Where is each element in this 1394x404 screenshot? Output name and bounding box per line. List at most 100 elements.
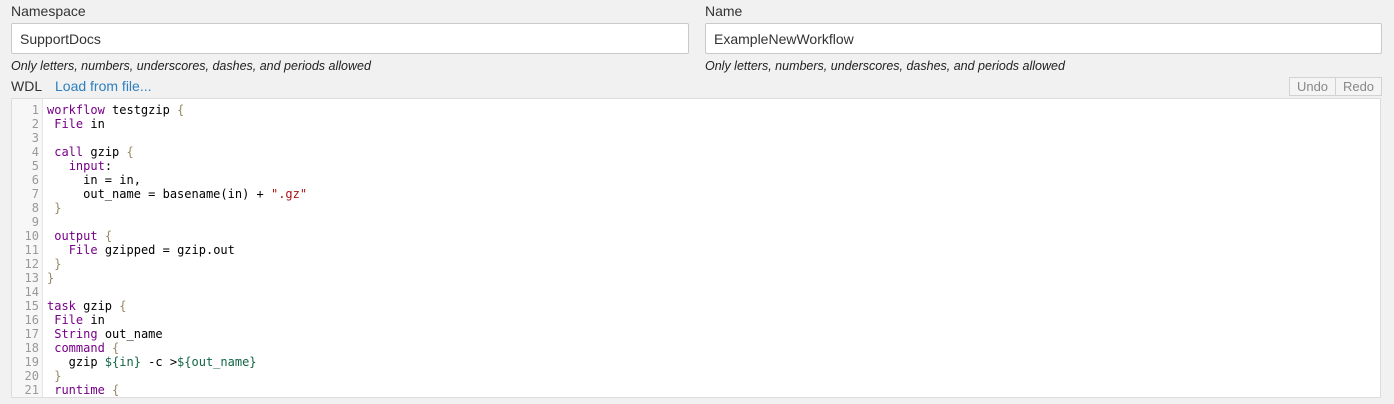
keyword-token: runtime	[54, 383, 105, 397]
line-number: 14	[24, 285, 39, 299]
keyword-token: File	[54, 313, 84, 327]
code-line: 13}	[12, 271, 1380, 285]
bracket-token: {	[177, 103, 185, 117]
line-number: 21	[24, 383, 39, 397]
line-code: }	[47, 271, 54, 285]
line-number: 11	[24, 243, 39, 257]
workflow-editor-form: Namespace Only letters, numbers, undersc…	[0, 0, 1394, 404]
namespace-hint: Only letters, numbers, underscores, dash…	[11, 59, 371, 73]
code-line: 20 }	[12, 369, 1380, 383]
line-number: 20	[24, 369, 39, 383]
keyword-token: task	[47, 299, 76, 313]
interpolation-token: ${out_name}	[177, 355, 257, 369]
line-number: 17	[24, 327, 39, 341]
code-line: 21 runtime {	[12, 383, 1380, 397]
line-number: 3	[31, 131, 39, 145]
line-number: 6	[31, 173, 39, 187]
line-number: 10	[24, 229, 39, 243]
code-line: 16 File in	[12, 313, 1380, 327]
line-number: 8	[31, 201, 39, 215]
wdl-label: WDL	[11, 78, 43, 94]
code-line: 4 call gzip {	[12, 145, 1380, 159]
line-code: in = in,	[47, 173, 141, 187]
code-token: in = in,	[47, 173, 141, 187]
code-line: 6 in = in,	[12, 173, 1380, 187]
line-code: call gzip {	[47, 145, 134, 159]
line-code: }	[47, 201, 61, 215]
undo-redo-group: Undo Redo	[1289, 77, 1382, 96]
line-number: 12	[24, 257, 39, 271]
line-code: workflow testgzip {	[47, 103, 184, 117]
bracket-token: }	[54, 201, 62, 215]
keyword-token: input	[68, 159, 105, 173]
line-number: 18	[24, 341, 39, 355]
name-input[interactable]	[705, 23, 1382, 54]
line-code: }	[47, 369, 61, 383]
wdl-code-editor[interactable]: 1 workflow testgzip {2 File in 3 4 call gzi…	[11, 98, 1381, 398]
line-code: out_name = basename(in) + ".gz"	[47, 187, 307, 201]
keyword-token: workflow	[47, 103, 105, 117]
line-number: 15	[24, 299, 39, 313]
line-code: input:	[47, 159, 112, 173]
line-code: output {	[47, 229, 112, 243]
line-number: 4	[31, 145, 39, 159]
code-line: 3	[12, 131, 1380, 145]
undo-button[interactable]: Undo	[1289, 77, 1336, 96]
bracket-token: {	[119, 299, 127, 313]
code-line: 7 out_name = basename(in) + ".gz"	[12, 187, 1380, 201]
code-line: 14	[12, 285, 1380, 299]
line-number: 2	[31, 117, 39, 131]
code-line: 15 task gzip {	[12, 299, 1380, 313]
line-code: runtime {	[47, 383, 119, 397]
name-hint: Only letters, numbers, underscores, dash…	[705, 59, 1065, 73]
line-code: String out_name	[47, 327, 163, 341]
bracket-token: }	[54, 257, 62, 271]
code-line: 1 workflow testgzip {	[12, 103, 1380, 117]
code-token: in	[83, 313, 105, 327]
bracket-token: }	[47, 271, 55, 285]
keyword-token: output	[54, 229, 98, 243]
code-line: 17 String out_name	[12, 327, 1380, 341]
name-label: Name	[705, 3, 743, 19]
code-token: out_name = basename(in) +	[47, 187, 271, 201]
code-token: out_name	[97, 327, 163, 341]
code-line: 18 command {	[12, 341, 1380, 355]
keyword-token: call	[54, 145, 84, 159]
string-token: ".gz"	[270, 187, 308, 201]
code-token: -c >	[140, 355, 178, 369]
name-field: Name Only letters, numbers, underscores,…	[705, 3, 1382, 74]
code-line: 12 }	[12, 257, 1380, 271]
code-line: 11 File gzipped = gzip.out	[12, 243, 1380, 257]
line-number: 16	[24, 313, 39, 327]
line-number: 7	[31, 187, 39, 201]
code-token: testgzip	[104, 103, 178, 117]
line-code: command {	[47, 341, 119, 355]
code-line: 9	[12, 215, 1380, 229]
line-code: File in	[47, 313, 105, 327]
code-token: in	[83, 117, 105, 131]
line-code: File in	[47, 117, 105, 131]
code-token: gzip	[83, 145, 127, 159]
bracket-token: }	[54, 369, 62, 383]
code-line: 19 gzip ${in} -c >${out_name}	[12, 355, 1380, 369]
interpolation-token: ${in}	[104, 355, 141, 369]
load-from-file-link[interactable]: Load from file...	[55, 78, 152, 95]
bracket-token: {	[112, 383, 120, 397]
code-line: 8 }	[12, 201, 1380, 215]
namespace-label: Namespace	[11, 3, 86, 19]
namespace-input[interactable]	[11, 23, 689, 54]
keyword-token: File	[68, 243, 98, 257]
line-number: 13	[24, 271, 39, 285]
keyword-token: String	[54, 327, 98, 341]
bracket-token: {	[104, 229, 113, 243]
line-number: 1	[31, 103, 39, 117]
code-line: 5 input:	[12, 159, 1380, 173]
line-code: }	[47, 257, 61, 271]
code-line: 2 File in	[12, 117, 1380, 131]
redo-button[interactable]: Redo	[1336, 77, 1382, 96]
line-code: task gzip {	[47, 299, 127, 313]
line-code: File gzipped = gzip.out	[47, 243, 235, 257]
